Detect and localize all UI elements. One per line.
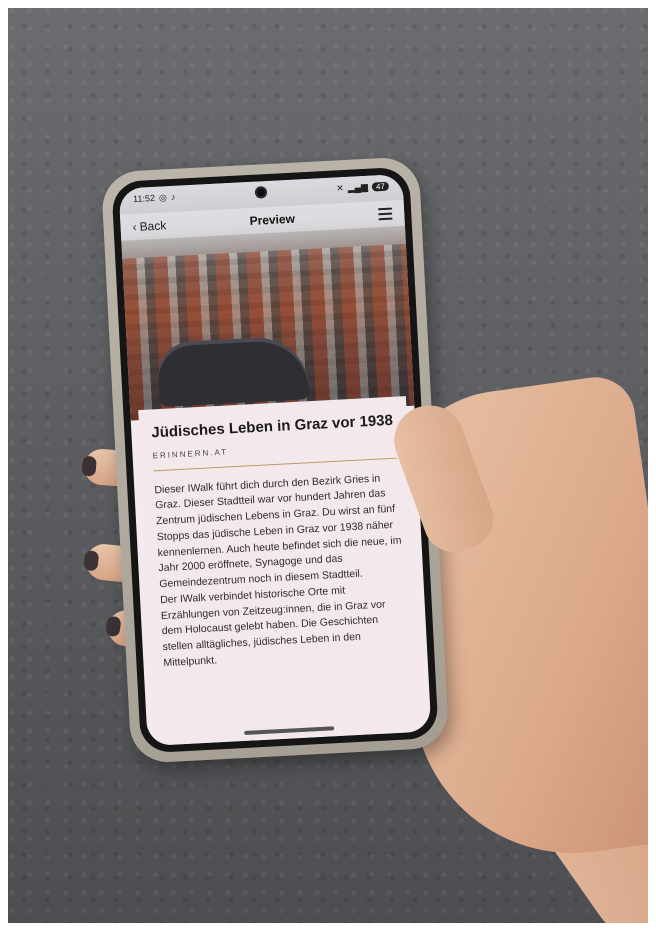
hamburger-menu-icon[interactable] bbox=[377, 207, 393, 221]
article-paragraph-2: Der IWalk verbindet historische Orte mit… bbox=[159, 584, 386, 669]
nav-title: Preview bbox=[249, 211, 296, 228]
divider bbox=[153, 457, 398, 471]
whatsapp-icon: ◎ bbox=[158, 191, 168, 203]
article-card: Jüdisches Leben in Graz vor 1938 ERINNER… bbox=[138, 396, 424, 746]
signal-icon: ▂▄▆ bbox=[347, 181, 369, 193]
photo-background: 11:52 ◎ ♪ ✕ ▂▄▆ 47 ‹ Back Preview Jüdisc… bbox=[8, 8, 648, 923]
article-title: Jüdisches Leben in Graz vor 1938 bbox=[150, 411, 394, 442]
battery-badge: 47 bbox=[371, 181, 390, 192]
phone-screen: 11:52 ◎ ♪ ✕ ▂▄▆ 47 ‹ Back Preview Jüdisc… bbox=[118, 173, 432, 747]
article-paragraph-1: Dieser IWalk führt dich durch den Bezirk… bbox=[154, 472, 402, 591]
home-indicator[interactable] bbox=[244, 726, 335, 735]
tiktok-icon: ♪ bbox=[170, 191, 176, 203]
phone-body: 11:52 ◎ ♪ ✕ ▂▄▆ 47 ‹ Back Preview Jüdisc… bbox=[111, 166, 439, 754]
chevron-left-icon: ‹ bbox=[132, 219, 137, 235]
article-source[interactable]: ERINNERN.AT bbox=[152, 438, 396, 460]
back-label: Back bbox=[139, 218, 167, 234]
mute-icon: ✕ bbox=[335, 182, 344, 193]
phone-case: 11:52 ◎ ♪ ✕ ▂▄▆ 47 ‹ Back Preview Jüdisc… bbox=[100, 156, 450, 764]
back-button[interactable]: ‹ Back bbox=[132, 218, 166, 234]
status-time: 11:52 bbox=[132, 192, 156, 205]
